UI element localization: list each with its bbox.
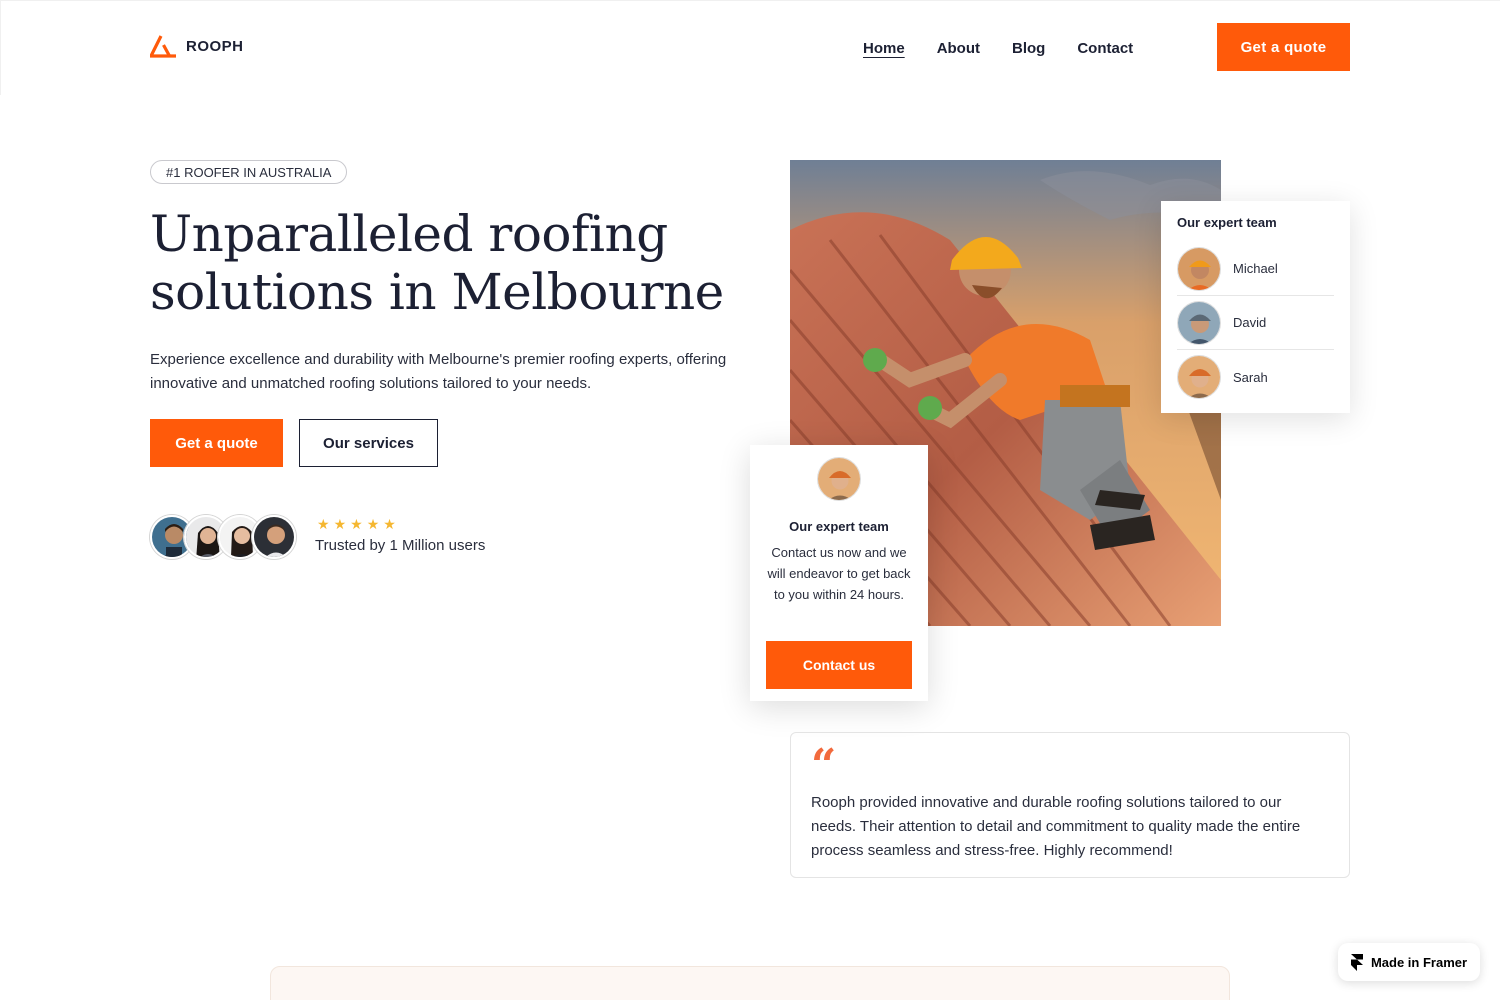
contact-us-button[interactable]: Contact us xyxy=(766,641,912,689)
logo-triangle-icon xyxy=(150,35,176,58)
hero-subtitle: Experience excellence and durability wit… xyxy=(150,351,727,392)
framer-badge-label: Made in Framer xyxy=(1370,954,1468,970)
team-card-title: Our expert team xyxy=(1177,215,1277,230)
hero-badge: #1 ROOFER IN AUSTRALIA xyxy=(150,160,348,184)
our-services-button[interactable]: Our services xyxy=(299,419,438,467)
next-section-panel xyxy=(270,966,1230,1000)
nav-contact[interactable]: Contact xyxy=(1077,40,1133,57)
star-icon: ★ xyxy=(333,516,347,532)
team-member[interactable]: David xyxy=(1177,296,1334,350)
star-icon: ★ xyxy=(317,516,330,532)
framer-icon xyxy=(1350,953,1363,971)
testimonial-card: “ Rooph provided innovative and durable … xyxy=(790,732,1350,878)
made-in-framer-badge[interactable]: Made in Framer xyxy=(1338,943,1480,981)
logo[interactable]: ROOPH xyxy=(150,35,244,58)
contact-card: Our expert team Contact us now and we wi… xyxy=(750,445,928,701)
star-icon: ★ xyxy=(383,516,396,532)
star-icon: ★ xyxy=(350,516,363,532)
main-nav: Home About Blog Contact xyxy=(863,40,1133,57)
header-get-quote-button[interactable]: Get a quote xyxy=(1217,23,1350,71)
team-member[interactable]: Michael xyxy=(1177,242,1334,296)
team-member[interactable]: Sarah xyxy=(1177,350,1334,404)
nav-blog[interactable]: Blog xyxy=(1012,40,1045,57)
nav-home[interactable]: Home xyxy=(863,40,905,57)
star-icon: ★ xyxy=(366,516,380,532)
avatar xyxy=(1177,355,1221,399)
hero-title: Unparalleled roofing solutions in Melbou… xyxy=(150,205,724,321)
avatar xyxy=(1177,300,1221,345)
expert-team-card: Our expert team Michael David Sarah xyxy=(1161,201,1350,413)
rating-stars: ★ ★ ★ ★ ★ xyxy=(317,516,396,533)
get-quote-button[interactable]: Get a quote xyxy=(150,419,283,467)
site-header: ROOPH Home About Blog Contact Get a quot… xyxy=(0,0,1500,95)
team-member-name: Michael xyxy=(1233,261,1278,276)
team-member-name: Sarah xyxy=(1233,369,1268,385)
user-avatars xyxy=(150,515,296,559)
testimonial-text: Rooph provided innovative and durable ro… xyxy=(811,794,1301,859)
team-member-name: David xyxy=(1233,315,1267,330)
avatar xyxy=(817,457,861,501)
avatar xyxy=(1177,246,1221,291)
contact-card-title: Our expert team xyxy=(789,519,889,534)
contact-card-text: Contact us now and we will endeavor to g… xyxy=(767,545,911,602)
avatar xyxy=(252,515,296,559)
quote-icon: “ xyxy=(811,740,837,791)
trusted-text: Trusted by 1 Million users xyxy=(315,537,486,554)
logo-text: ROOPH xyxy=(186,38,244,55)
nav-about[interactable]: About xyxy=(937,40,980,57)
